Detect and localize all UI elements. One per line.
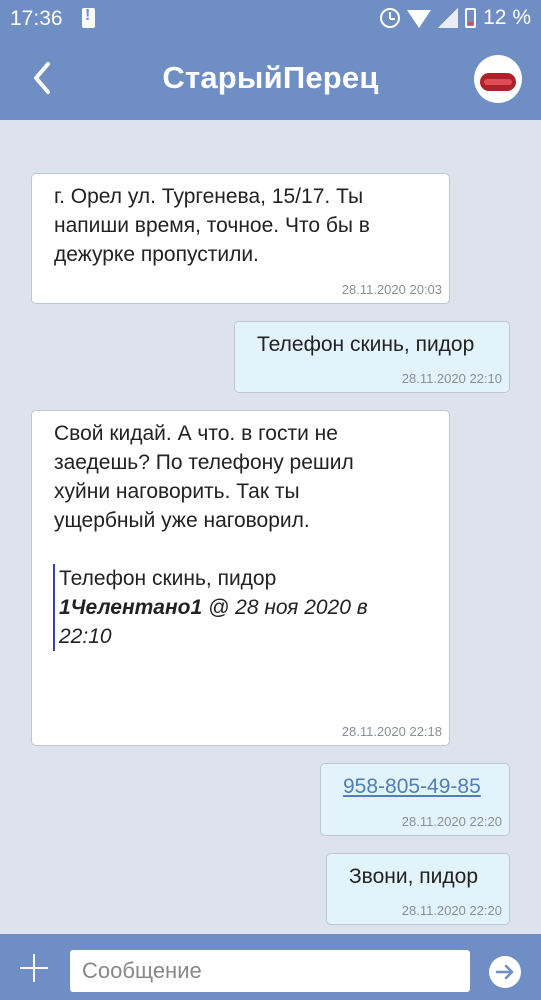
avatar[interactable] — [474, 55, 522, 103]
message-composer — [0, 934, 541, 1000]
send-arrow-icon — [495, 964, 514, 980]
send-button[interactable] — [489, 956, 521, 988]
quote-attribution: 1Челентано1 @ 28 ноя 2020 в — [59, 593, 413, 622]
plus-icon[interactable] — [20, 954, 48, 982]
quote-author[interactable]: 1Челентано1 — [59, 596, 202, 619]
back-arrow-icon — [34, 62, 50, 94]
message-line: Свой кидай. А что. в гости не — [54, 422, 338, 445]
message-text: Свой кидай. А что. в гости не заедешь? П… — [54, 419, 433, 535]
status-icons: 12 % — [380, 6, 531, 30]
quote-date: @ 28 ноя 2020 в — [202, 596, 368, 619]
battery-percentage: 12 % — [483, 6, 531, 29]
message-time: 28.11.2020 22:10 — [401, 371, 502, 386]
message-time: 28.11.2020 20:03 — [341, 282, 442, 297]
status-time: 17:36 — [10, 7, 63, 30]
battery-icon — [465, 8, 477, 28]
quoted-message[interactable]: Телефон скинь, пидор 1Челентано1 @ 28 но… — [53, 564, 413, 651]
message-bubble-incoming[interactable]: Свой кидай. А что. в гости не заедешь? П… — [31, 410, 450, 746]
message-line: напиши время, точное. Что бы в — [54, 214, 370, 237]
message-text: 958-805-49-85 — [343, 772, 493, 801]
message-time: 28.11.2020 22:18 — [341, 724, 442, 739]
message-text: Звони, пидор — [349, 865, 478, 888]
message-text: Телефон скинь, пидор — [257, 333, 475, 356]
warning-icon — [82, 7, 95, 28]
message-line: заедешь? По телефону решил — [54, 451, 354, 474]
message-line: ущербный уже наговорил. — [54, 509, 310, 532]
message-bubble-outgoing[interactable]: Телефон скинь, пидор 28.11.2020 22:10 — [234, 321, 510, 393]
message-bubble-outgoing[interactable]: 958-805-49-85 28.11.2020 22:20 — [320, 763, 510, 836]
message-line: хуйни наговорить. Так ты — [54, 480, 300, 503]
message-time: 28.11.2020 22:20 — [401, 814, 502, 829]
phone-link[interactable]: 958-805-49-85 — [343, 775, 481, 798]
message-text: г. Орел ул. Тургенева, 15/17. Ты напиши … — [54, 182, 433, 269]
quote-text: Телефон скинь, пидор — [59, 567, 277, 590]
message-line: дежурке пропустили. — [54, 243, 259, 266]
back-button[interactable] — [24, 58, 64, 98]
alarm-icon — [380, 8, 401, 28]
message-input[interactable] — [70, 950, 470, 992]
message-bubble-outgoing[interactable]: Звони, пидор 28.11.2020 22:20 — [326, 853, 510, 925]
status-bar: 17:36 12 % — [0, 0, 541, 38]
message-line: г. Орел ул. Тургенева, 15/17. Ты — [54, 185, 364, 208]
wifi-icon — [407, 10, 432, 28]
quote-date-time: 22:10 — [59, 625, 112, 648]
chat-title[interactable]: СтарыйПерец — [100, 60, 441, 96]
message-time: 28.11.2020 22:20 — [401, 903, 502, 918]
message-bubble-incoming[interactable]: г. Орел ул. Тургенева, 15/17. Ты напиши … — [31, 173, 450, 304]
app-header: 17:36 12 % СтарыйПерец — [0, 0, 541, 120]
signal-icon — [438, 8, 459, 28]
